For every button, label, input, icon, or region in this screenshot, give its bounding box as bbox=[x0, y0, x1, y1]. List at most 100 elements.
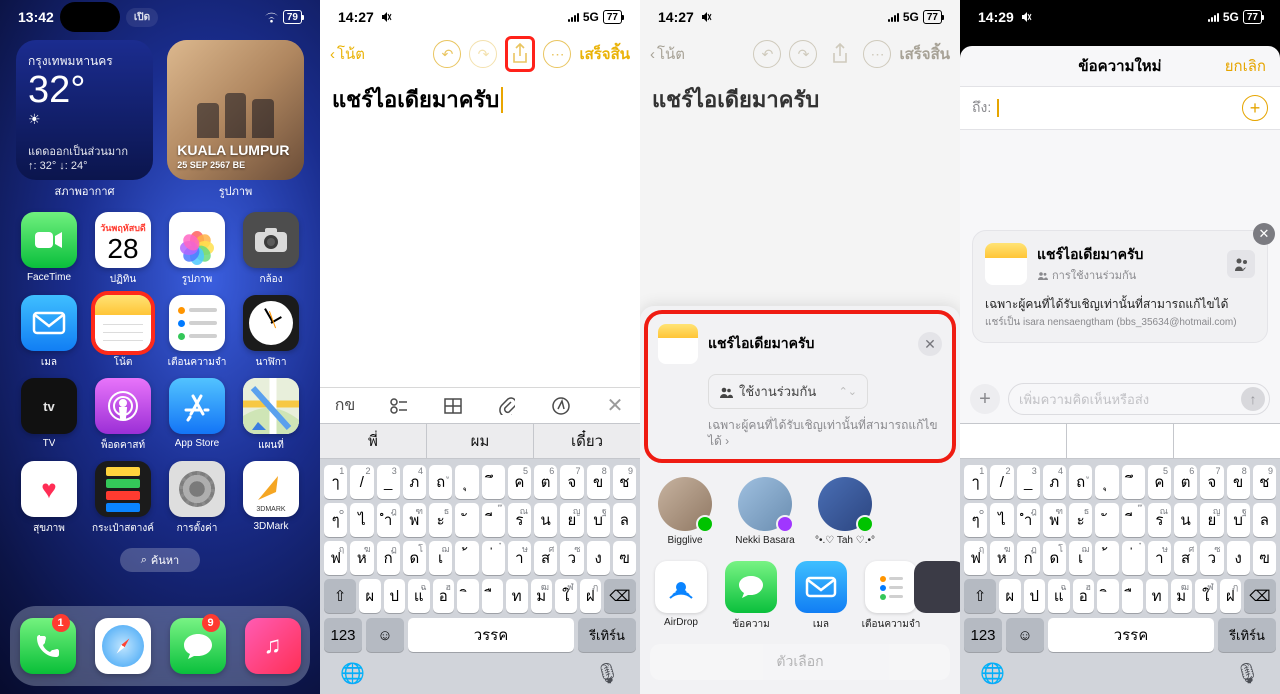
key[interactable]: ฎำ bbox=[377, 503, 400, 537]
emoji-key[interactable]: ☺ bbox=[366, 618, 404, 652]
key[interactable]: ุ bbox=[1095, 465, 1118, 499]
note-title[interactable]: แชร์ไอเดียมาครับ bbox=[320, 74, 640, 125]
return-key[interactable]: รีเทิร์น bbox=[578, 618, 636, 652]
suggestion-2[interactable] bbox=[1066, 424, 1173, 458]
key[interactable]: ฦฝ bbox=[580, 579, 602, 613]
key[interactable]: ื bbox=[482, 579, 504, 613]
key[interactable]: ฑพ bbox=[403, 503, 426, 537]
dock-phone[interactable]: 1 bbox=[20, 618, 76, 674]
suggestion-3[interactable] bbox=[1173, 424, 1280, 458]
key[interactable]: ฎำ bbox=[1017, 503, 1040, 537]
app-3dmark[interactable]: 3DMARK3DMark bbox=[236, 461, 306, 536]
key[interactable]: ๋่ bbox=[1122, 541, 1145, 575]
key[interactable]: ผ bbox=[999, 579, 1021, 613]
add-contact-button[interactable]: + bbox=[1242, 95, 1268, 121]
share-note-text[interactable]: เฉพาะผู้คนที่ได้รับเชิญเท่านั้นที่สามารถ… bbox=[708, 417, 942, 449]
contact-3[interactable]: °•.♡ Tah ♡.•° bbox=[814, 477, 876, 547]
collaborate-dropdown[interactable]: ใช้งานร่วมกัน ⌃⌄ bbox=[708, 374, 868, 409]
key[interactable]: โด bbox=[1043, 541, 1066, 575]
key[interactable]: 2/ bbox=[990, 465, 1013, 499]
key[interactable]: ฒม bbox=[531, 579, 553, 613]
key[interactable]: ธะ bbox=[429, 503, 452, 537]
app-calendar[interactable]: วันพฤหัสบดี28ปฏิทิน bbox=[88, 212, 158, 287]
key[interactable]: ฑพ bbox=[1043, 503, 1066, 537]
dock-messages[interactable]: 9 bbox=[170, 618, 226, 674]
app-appstore[interactable]: App Store bbox=[162, 378, 232, 453]
key[interactable]: 4ภ bbox=[403, 465, 426, 499]
app-maps[interactable]: แผนที่ bbox=[236, 378, 306, 453]
shift-key[interactable]: ⇧ bbox=[324, 579, 356, 613]
key[interactable]: ซว bbox=[560, 541, 583, 575]
spotlight-search[interactable]: ⌕ ค้นหา bbox=[120, 548, 200, 572]
table-button[interactable] bbox=[442, 398, 464, 414]
numeric-key[interactable]: 123 bbox=[324, 618, 362, 652]
dock-safari[interactable] bbox=[95, 618, 151, 674]
key[interactable]: ๋่ bbox=[482, 541, 505, 575]
key[interactable]: ญย bbox=[560, 503, 583, 537]
globe-key[interactable]: 🌐 bbox=[980, 661, 1005, 686]
key[interactable]: ฌเ bbox=[1069, 541, 1092, 575]
key[interactable]: 2/ bbox=[350, 465, 373, 499]
key[interactable]: ญย bbox=[1200, 503, 1223, 537]
app-wallet[interactable]: กระเป๋าสตางค์ bbox=[88, 461, 158, 536]
key[interactable]: ท bbox=[1146, 579, 1168, 613]
key[interactable]: ฐบ bbox=[587, 503, 610, 537]
manage-people-button[interactable] bbox=[1227, 250, 1255, 278]
dock-music[interactable]: ♫ bbox=[245, 618, 301, 674]
key[interactable]: ณร bbox=[1148, 503, 1171, 537]
key[interactable]: ฉแ bbox=[1048, 579, 1070, 613]
key[interactable]: ฦฝ bbox=[1220, 579, 1242, 613]
key[interactable]: ุ bbox=[455, 465, 478, 499]
backspace-key[interactable]: ⌫ bbox=[1244, 579, 1276, 613]
key[interactable]: น bbox=[534, 503, 557, 537]
suggestion-3[interactable]: เดี๋ยว bbox=[533, 424, 640, 458]
close-button[interactable]: ✕ bbox=[918, 332, 942, 356]
key[interactable]: ๐ๆ bbox=[964, 503, 987, 537]
key[interactable]: ูถ bbox=[1069, 465, 1092, 499]
key[interactable]: ซว bbox=[1200, 541, 1223, 575]
key[interactable]: ฃ bbox=[1253, 541, 1276, 575]
contact-1[interactable]: Bigglive bbox=[654, 477, 716, 547]
key[interactable]: 7จ bbox=[560, 465, 583, 499]
redo-button[interactable]: ↷ bbox=[469, 40, 497, 68]
key[interactable]: ้ bbox=[1095, 541, 1118, 575]
key[interactable]: ึ bbox=[1122, 465, 1145, 499]
backspace-key[interactable]: ⌫ bbox=[604, 579, 636, 613]
undo-button[interactable]: ↶ bbox=[433, 40, 461, 68]
done-button[interactable]: เสร็จสิ้น bbox=[579, 42, 630, 66]
key[interactable]: ไ bbox=[350, 503, 373, 537]
key[interactable]: โด bbox=[403, 541, 426, 575]
attachment-plus-button[interactable]: + bbox=[970, 384, 1000, 414]
attachment-button[interactable] bbox=[496, 397, 518, 415]
key[interactable]: 6ต bbox=[1174, 465, 1197, 499]
space-key[interactable]: วรรค bbox=[408, 618, 574, 652]
key[interactable]: ง bbox=[1227, 541, 1250, 575]
app-podcasts[interactable]: พ็อดคาสท์ bbox=[88, 378, 158, 453]
key[interactable]: ล bbox=[613, 503, 636, 537]
key[interactable]: ท bbox=[506, 579, 528, 613]
key[interactable]: ไ bbox=[990, 503, 1013, 537]
weather-widget[interactable]: กรุงเทพมหานคร 32° ☀︎ แดดออกเป็นส่วนมาก ↑… bbox=[16, 40, 153, 180]
key[interactable]: ฮอ bbox=[1073, 579, 1095, 613]
key[interactable]: 8ข bbox=[587, 465, 610, 499]
globe-key[interactable]: 🌐 bbox=[340, 661, 365, 686]
emoji-key[interactable]: ☺ bbox=[1006, 618, 1044, 652]
suggestion-1[interactable]: พี่ bbox=[320, 424, 426, 458]
key[interactable]: ง bbox=[587, 541, 610, 575]
app-notes[interactable]: โน้ต bbox=[88, 295, 158, 370]
space-key[interactable]: วรรค bbox=[1048, 618, 1214, 652]
key[interactable]: ฬใ bbox=[1195, 579, 1217, 613]
key[interactable]: ษา bbox=[508, 541, 531, 575]
key[interactable]: ฆห bbox=[350, 541, 373, 575]
key[interactable]: ฐบ bbox=[1227, 503, 1250, 537]
cancel-button[interactable]: ยกเลิก bbox=[1225, 54, 1266, 78]
key[interactable]: ูถ bbox=[429, 465, 452, 499]
key[interactable]: ฌเ bbox=[429, 541, 452, 575]
key[interactable]: 9ช bbox=[613, 465, 636, 499]
key[interactable]: ล bbox=[1253, 503, 1276, 537]
note-attachment-card[interactable]: ✕ แชร์ไอเดียมาครับ การใช้งานร่วมกัน เฉพา… bbox=[972, 230, 1268, 343]
key[interactable]: ฃ bbox=[613, 541, 636, 575]
key[interactable]: ฏก bbox=[1017, 541, 1040, 575]
dictation-key[interactable]: 🎙 bbox=[595, 661, 620, 686]
key[interactable]: ฆห bbox=[990, 541, 1013, 575]
